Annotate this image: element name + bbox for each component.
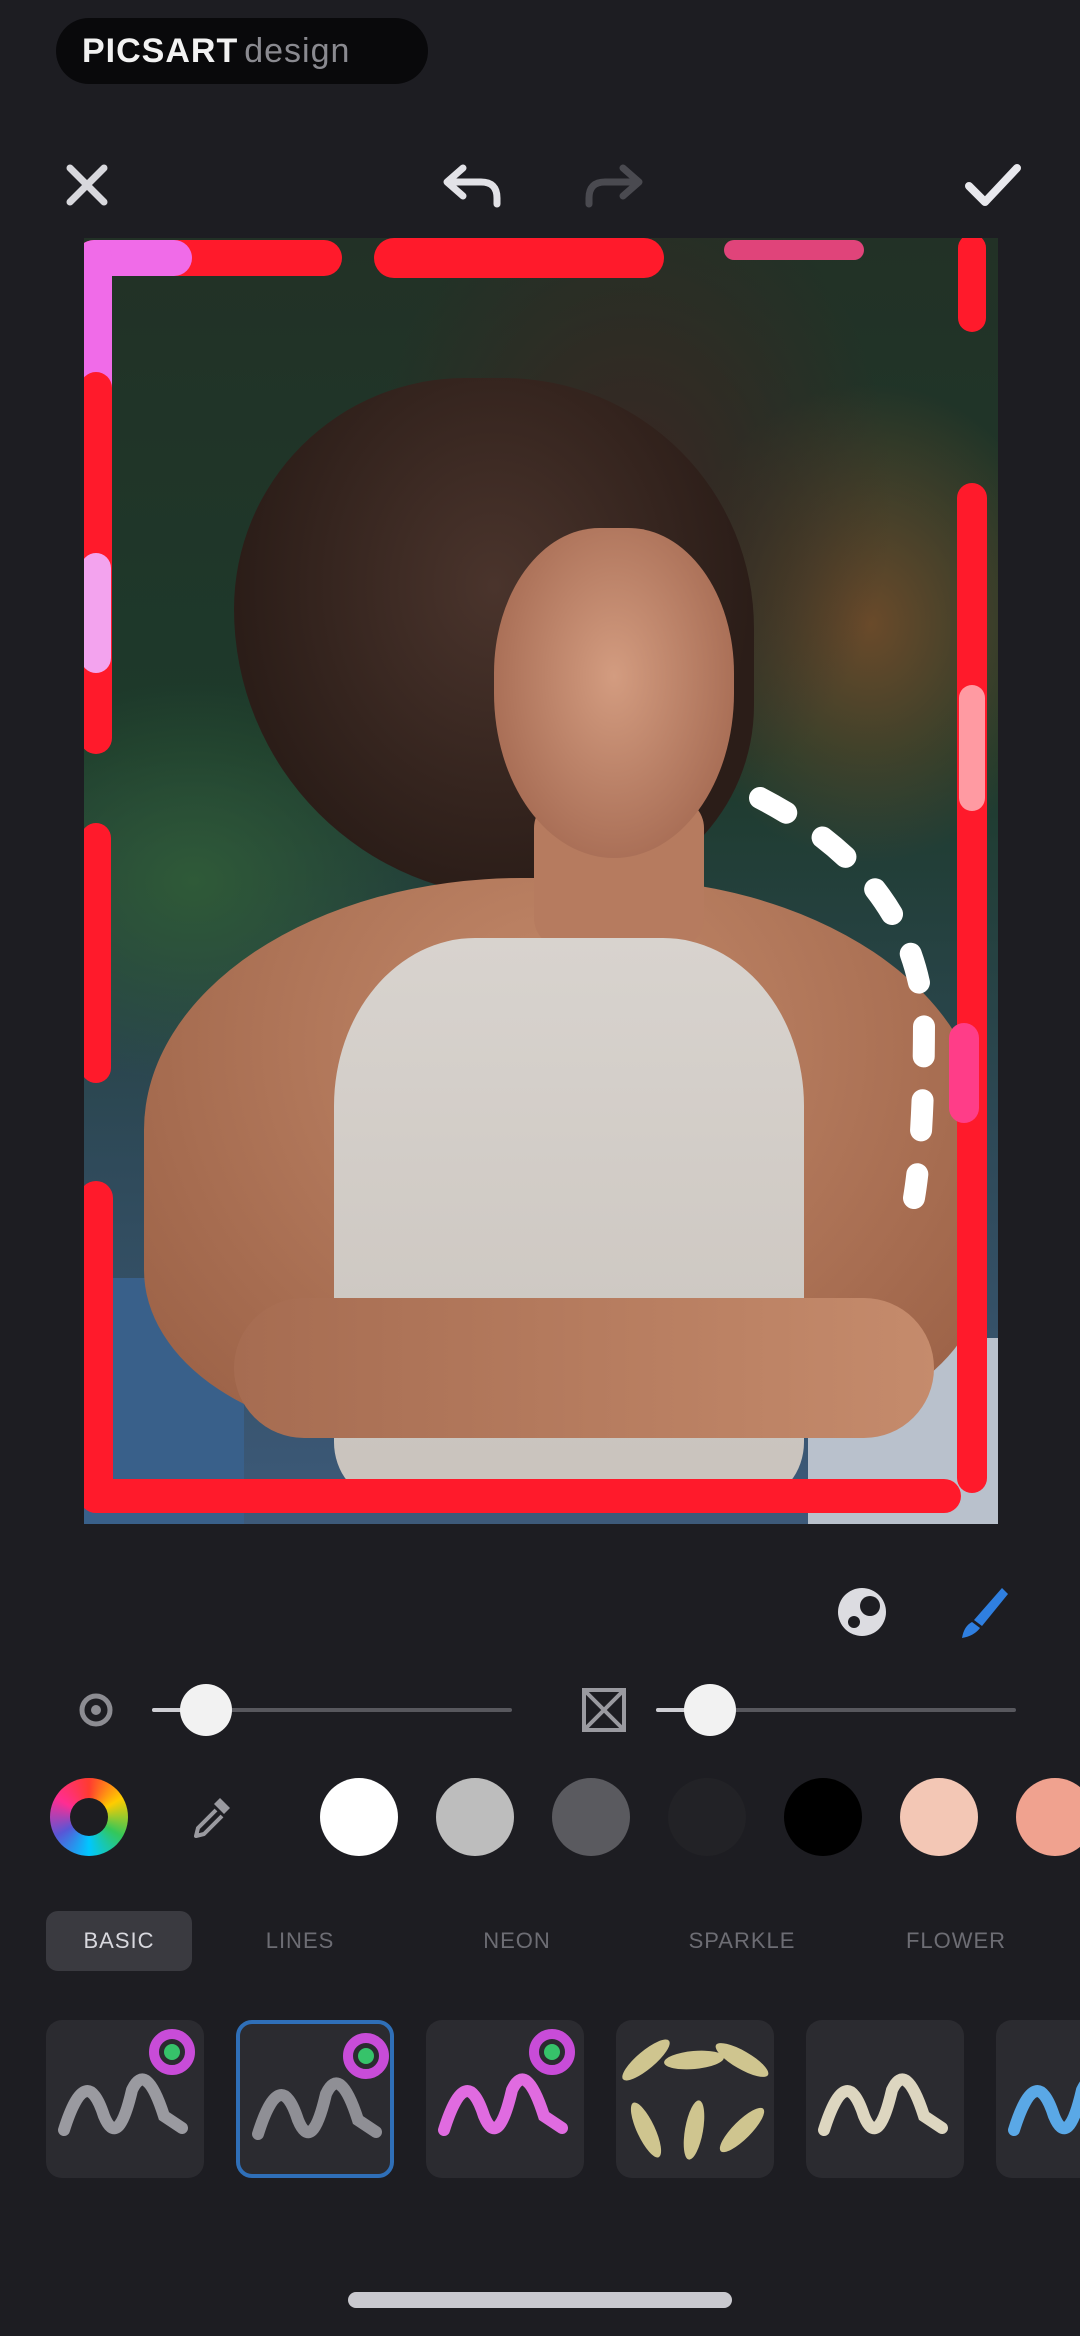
- redo-button[interactable]: [568, 140, 658, 230]
- brush-icon: [962, 1588, 1008, 1638]
- opacity-icon: [574, 1680, 634, 1740]
- brush-stroke-icon: [58, 2029, 195, 2136]
- watermark-bold: PICSART: [82, 31, 239, 70]
- brush-mode-toolbar: [0, 1572, 1080, 1652]
- brush-basic-gray[interactable]: [46, 2020, 204, 2178]
- brush-stroke-icon: [252, 2033, 389, 2140]
- photo-canvas[interactable]: [84, 238, 998, 1524]
- undo-icon: [443, 164, 501, 208]
- watermark: PICSART design: [56, 18, 428, 84]
- brush-size-icon: [66, 1680, 126, 1740]
- eyedropper-button[interactable]: [172, 1778, 250, 1856]
- tab-neon[interactable]: NEON: [408, 1911, 626, 1971]
- photo-face: [494, 528, 734, 858]
- watermark-light: design: [244, 31, 351, 70]
- brush-presets: [46, 2010, 1080, 2200]
- checkmark-icon: [965, 164, 1021, 206]
- brush-cream[interactable]: [806, 2020, 964, 2178]
- mask-icon: [838, 1588, 886, 1636]
- brush-category-tabs: BASIC LINES NEON SPARKLE FLOWER: [46, 1906, 1054, 1976]
- tab-lines[interactable]: LINES: [192, 1911, 408, 1971]
- color-swatch[interactable]: [668, 1778, 746, 1856]
- brush-button[interactable]: [944, 1572, 1024, 1652]
- photo-arm: [234, 1298, 934, 1438]
- close-button[interactable]: [42, 140, 132, 230]
- color-swatch[interactable]: [436, 1778, 514, 1856]
- color-wheel-icon[interactable]: [50, 1778, 128, 1856]
- brush-size-thumb[interactable]: [180, 1684, 232, 1736]
- brush-size-slider[interactable]: [152, 1684, 512, 1736]
- tab-flower[interactable]: FLOWER: [858, 1911, 1054, 1971]
- color-swatch[interactable]: [900, 1778, 978, 1856]
- opacity-slider[interactable]: [656, 1684, 1016, 1736]
- brush-stroke-icon: [622, 2039, 769, 2160]
- brush-sliders: [0, 1672, 1080, 1748]
- done-button[interactable]: [948, 140, 1038, 230]
- opacity-thumb[interactable]: [684, 1684, 736, 1736]
- color-palette: [0, 1770, 1080, 1860]
- home-indicator: [348, 2292, 732, 2308]
- color-swatch[interactable]: [1016, 1778, 1080, 1856]
- brush-basic-pink[interactable]: [426, 2020, 584, 2178]
- close-icon: [66, 164, 108, 206]
- undo-button[interactable]: [428, 140, 518, 230]
- brush-blue[interactable]: [996, 2020, 1080, 2178]
- brush-stroke-icon: [1008, 2081, 1080, 2136]
- brush-stroke-icon: [438, 2029, 575, 2136]
- brush-leaves[interactable]: [616, 2020, 774, 2178]
- tab-sparkle[interactable]: SPARKLE: [626, 1911, 858, 1971]
- brush-stroke-icon: [818, 2073, 948, 2136]
- color-swatch[interactable]: [320, 1778, 398, 1856]
- tab-basic[interactable]: BASIC: [46, 1911, 192, 1971]
- mask-button[interactable]: [822, 1572, 902, 1652]
- eyedropper-icon: [194, 1798, 230, 1838]
- redo-icon: [585, 164, 643, 208]
- brush-basic-selected[interactable]: [236, 2020, 394, 2178]
- top-toolbar: [0, 140, 1080, 230]
- color-swatch[interactable]: [552, 1778, 630, 1856]
- color-swatch[interactable]: [784, 1778, 862, 1856]
